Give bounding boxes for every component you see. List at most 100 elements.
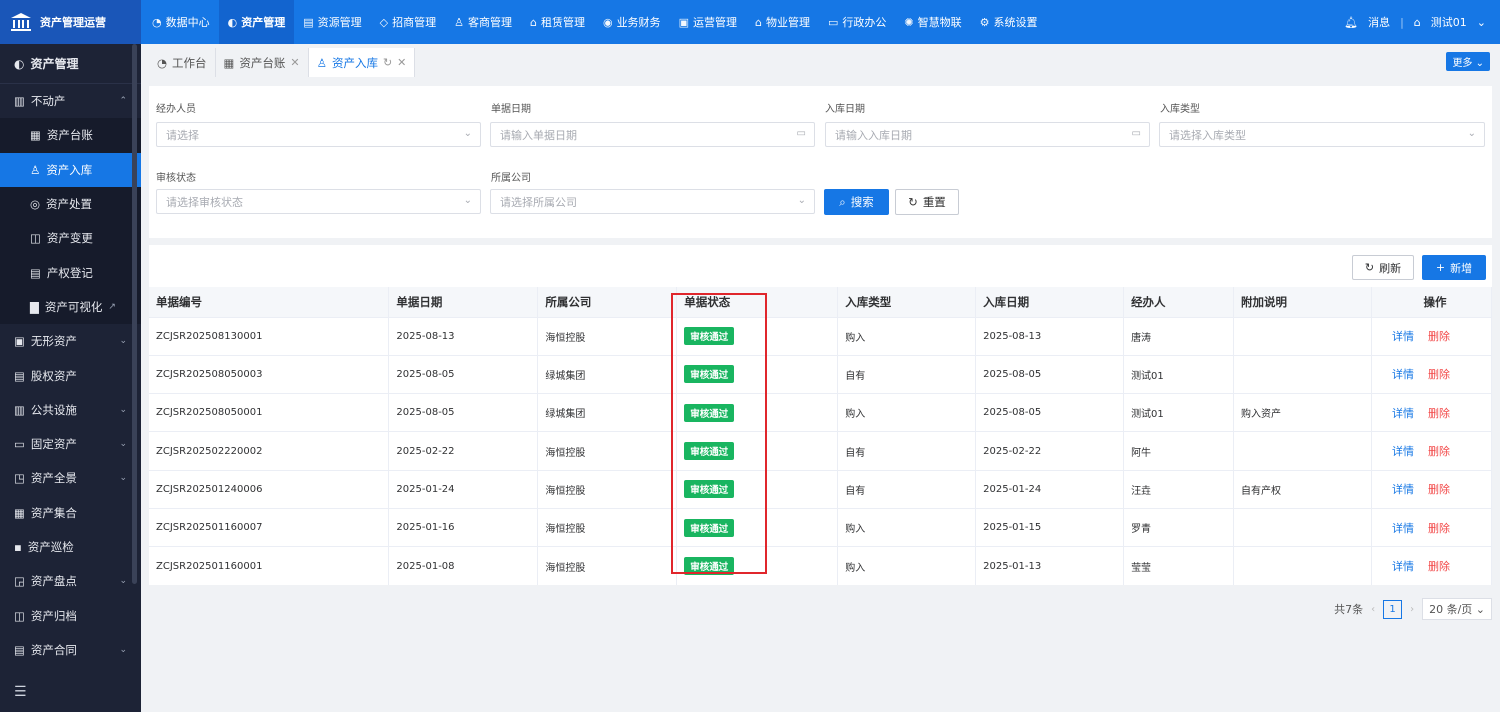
sidebar-item[interactable]: ◳ 资产全景 ⌄ — [0, 461, 141, 495]
table-cell: 审核通过 — [676, 469, 839, 509]
sidebar-item[interactable]: ◫ 资产变更 — [0, 221, 141, 256]
tab-label: 资产入库 — [331, 55, 378, 70]
sidebar-item-icon: ▣ — [14, 334, 25, 349]
table-cell: 海恒控股 — [537, 431, 678, 471]
tab-item[interactable]: ▦ 资产台账 ✕ — [216, 48, 309, 77]
company-select[interactable]: 请选择所属公司 ⌄ — [490, 189, 815, 214]
sidebar-item[interactable]: ▦ 资产集合 — [0, 496, 141, 530]
topnav-label: 运营管理 — [692, 16, 737, 29]
company-placeholder: 请选择所属公司 — [500, 195, 577, 209]
in-date-picker[interactable]: 请输入入库日期 ▭ — [825, 122, 1150, 147]
refresh-icon[interactable]: ↻ — [383, 56, 392, 69]
sidebar-item[interactable]: ◲ 资产盘点 ⌄ — [0, 564, 141, 598]
sidebar-item[interactable]: ▣ 无形资产 ⌄ — [0, 324, 141, 358]
table-cell: ZCJSR202508050003 — [149, 354, 390, 394]
table-cell: 莹莹 — [1123, 546, 1235, 586]
column-header: 经办人 — [1123, 287, 1235, 317]
detail-link[interactable]: 详情 — [1392, 445, 1414, 458]
sidebar-item[interactable]: ▤ 产权登记 — [0, 255, 141, 290]
table-cell: 购入 — [837, 546, 977, 586]
sidebar-item[interactable]: ▭ 固定资产 ⌄ — [0, 427, 141, 461]
delete-link[interactable]: 删除 — [1428, 368, 1450, 381]
table-cell: 审核通过 — [676, 546, 839, 586]
reset-button[interactable]: ↻ 重置 — [895, 189, 959, 215]
prev-page-icon[interactable]: ‹ — [1371, 604, 1375, 615]
sidebar-item[interactable]: ◎ 资产处置 — [0, 186, 141, 222]
delete-link[interactable]: 删除 — [1428, 445, 1450, 458]
sidebar-item[interactable]: ▤ 股权资产 — [0, 358, 141, 392]
topnav-item[interactable]: ◔ 数据中心 — [143, 0, 219, 44]
delete-link[interactable]: 删除 — [1428, 407, 1450, 420]
detail-link[interactable]: 详情 — [1392, 407, 1414, 420]
table-cell: 自有 — [837, 431, 977, 471]
tab-item[interactable]: ♙ 资产入库 ↻ ✕ — [308, 48, 416, 77]
audit-status-select[interactable]: 请选择审核状态 ⌄ — [156, 189, 481, 214]
topnav-item[interactable]: ◐ 资产管理 — [218, 0, 295, 44]
detail-link[interactable]: 详情 — [1392, 522, 1414, 535]
sidebar-item-label: 资产巡检 — [27, 540, 74, 554]
detail-link[interactable]: 详情 — [1392, 330, 1414, 343]
topnav-item[interactable]: ⌂ 租赁管理 — [521, 0, 594, 44]
page-number[interactable]: 1 — [1383, 599, 1403, 619]
delete-link[interactable]: 删除 — [1428, 330, 1450, 343]
filter-label-handler: 经办人员 — [156, 104, 196, 115]
topnav-item[interactable]: ◉ 业务财务 — [594, 0, 670, 44]
chevron-down-icon[interactable]: ⌄ — [1477, 16, 1486, 29]
topnav-item[interactable]: ▤ 资源管理 — [294, 0, 370, 44]
more-button[interactable]: 更多 ⌄ — [1446, 52, 1490, 71]
user-menu[interactable]: 测试01 — [1431, 14, 1467, 30]
detail-link[interactable]: 详情 — [1392, 368, 1414, 381]
delete-link[interactable]: 删除 — [1428, 483, 1450, 496]
tab-icon: ◔ — [157, 55, 168, 70]
collapse-menu-icon[interactable]: ☰ — [14, 684, 27, 700]
table-row: ZCJSR202502220002 2025-02-22 海恒控股 审核通过 自有 202… — [149, 431, 1493, 471]
table-cell: 2025-01-24 — [975, 469, 1125, 509]
close-icon[interactable]: ✕ — [290, 56, 299, 69]
close-icon[interactable]: ✕ — [397, 56, 406, 69]
add-button[interactable]: + 新增 — [1422, 255, 1486, 280]
tab-item[interactable]: ◔ 工作台 — [149, 48, 216, 77]
sidebar-item[interactable]: ▤ 资产合同 ⌄ — [0, 633, 141, 667]
table-cell: 审核通过 — [676, 431, 839, 471]
sidebar-header-label: 资产管理 — [30, 57, 79, 71]
app-logo[interactable]: 资产管理运营 — [0, 0, 141, 44]
in-type-select[interactable]: 请选择入库类型 ⌄ — [1159, 122, 1485, 147]
handler-select[interactable]: 请选择 ⌄ — [156, 122, 481, 147]
search-button[interactable]: ⌕ 搜索 — [824, 189, 889, 215]
delete-link[interactable]: 删除 — [1428, 522, 1450, 535]
doc-date-picker[interactable]: 请输入单据日期 ▭ — [490, 122, 815, 147]
page-size-select[interactable]: 20 条/页 ⌄ — [1422, 598, 1492, 620]
sidebar-item[interactable]: ▥ 不动产 ⌃ — [0, 84, 141, 118]
sidebar-item[interactable]: ◫ 资产归档 — [0, 598, 141, 632]
sidebar-item[interactable]: ♙ 资产入库 — [0, 152, 141, 187]
sidebar-item-icon: ▤ — [30, 265, 41, 280]
sidebar-item[interactable]: ▇ 资产可视化 ↗ — [0, 289, 141, 325]
sidebar-item[interactable]: ▥ 公共设施 ⌄ — [0, 393, 141, 427]
refresh-button[interactable]: ↻ 刷新 — [1352, 255, 1414, 280]
topnav-item[interactable]: ◇ 招商管理 — [371, 0, 445, 44]
sidebar-header[interactable]: ◐ 资产管理 — [0, 44, 141, 84]
topnav-item[interactable]: ✺ 智慧物联 — [895, 0, 970, 44]
sidebar-item[interactable]: ▦ 资产台账 — [0, 118, 141, 153]
delete-link[interactable]: 删除 — [1428, 560, 1450, 573]
sidebar-item[interactable]: ▪ 资产巡检 — [0, 530, 141, 564]
tab-icon: ▦ — [223, 55, 235, 70]
bell-icon[interactable]: 🔔︎ — [1344, 16, 1358, 29]
table-cell: ZCJSR202508050001 — [149, 393, 390, 432]
table-cell: 海恒控股 — [537, 316, 678, 356]
sidebar-item-label: 不动产 — [30, 94, 66, 109]
detail-link[interactable]: 详情 — [1392, 560, 1414, 573]
topnav-item[interactable]: ▭ 行政办公 — [819, 0, 895, 44]
topnav-item[interactable]: ⌂ 物业管理 — [746, 0, 819, 44]
table-cell: 2025-02-22 — [388, 431, 539, 471]
nav-icon: ⚙ — [979, 15, 990, 29]
topnav-item[interactable]: ♙ 客商管理 — [445, 0, 521, 44]
next-page-icon[interactable]: › — [1410, 604, 1414, 615]
messages-link[interactable]: 消息 — [1368, 14, 1390, 30]
audit-placeholder: 请选择审核状态 — [166, 195, 243, 209]
table-cell: 购入资产 — [1233, 393, 1372, 432]
topnav-item[interactable]: ⚙ 系统设置 — [971, 0, 1047, 44]
detail-link[interactable]: 详情 — [1392, 483, 1414, 496]
sidebar-scrollbar[interactable] — [132, 44, 137, 584]
topnav-item[interactable]: ▣ 运营管理 — [670, 0, 746, 44]
